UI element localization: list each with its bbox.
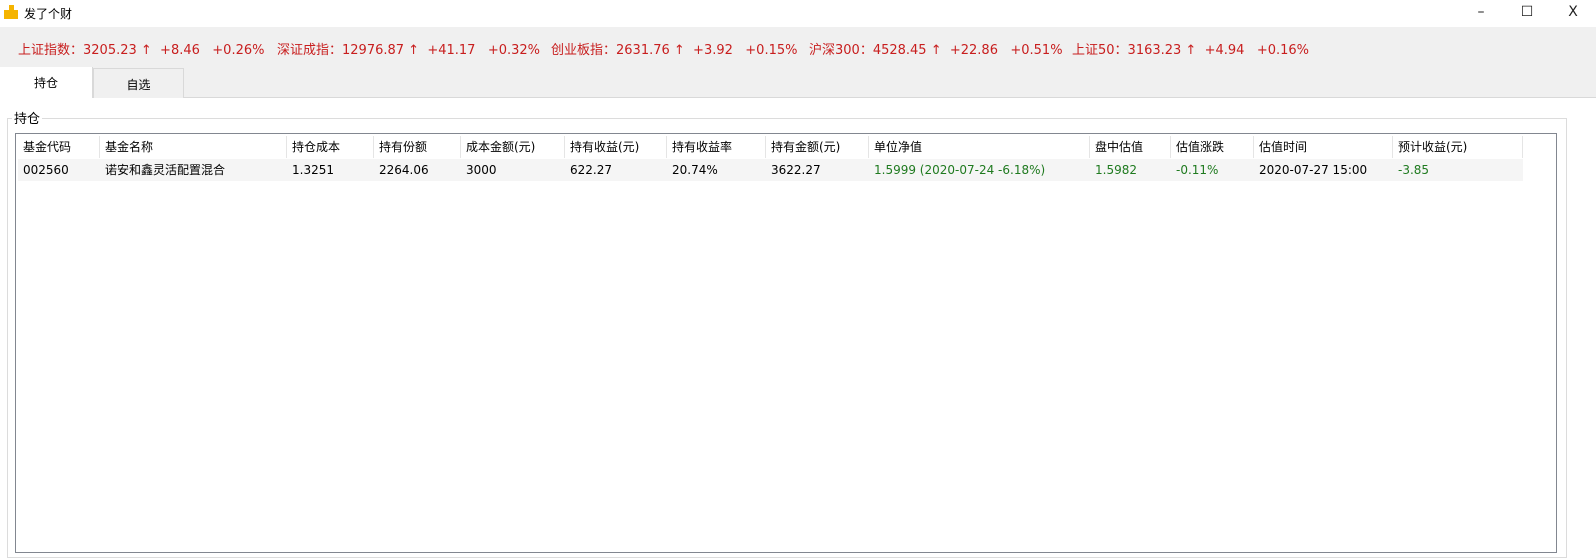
table-cell: 诺安和鑫灵活配置混合	[105, 163, 226, 177]
holdings-table[interactable]: 基金代码 基金名称 持仓成本 持有份额 成本金额(元) 持有收益(元) 持有收益率 持有金额(…	[15, 133, 1557, 553]
table-header: 基金代码 基金名称 持仓成本 持有份额 成本金额(元) 持有收益(元) 持有收益率 持有金额(…	[18, 136, 1523, 158]
column-header[interactable]: 成本金额(元)	[461, 136, 565, 158]
table-cell: 20.74%	[672, 163, 718, 177]
table-cell: 2020-07-27 15:00	[1259, 163, 1368, 177]
index-ticker-bar: 上证指数：3205.23 ↑ +8.46 +0.26% 深证成指：12976.8…	[0, 27, 1596, 67]
column-header[interactable]: 估值时间	[1254, 136, 1393, 158]
ticker-csi300: 沪深300：4528.45 ↑ +22.86 +0.51%	[809, 43, 1063, 58]
table-cell: 3622.27	[771, 163, 821, 177]
title-bar: 发了个财 – ☐ X	[0, 0, 1596, 27]
table-cell: 002560	[23, 163, 69, 177]
tab-strip: 持仓 自选	[0, 67, 1596, 99]
table-cell: 1.5982	[1095, 163, 1137, 177]
tab-holdings[interactable]: 持仓	[0, 67, 93, 99]
ticker-chinext: 创业板指：2631.76 ↑ +3.92 +0.15%	[551, 43, 798, 58]
maximize-button[interactable]: ☐	[1504, 0, 1550, 27]
column-header[interactable]: 预计收益(元)	[1393, 136, 1523, 158]
column-header[interactable]: 持有金额(元)	[766, 136, 869, 158]
table-cell: -0.11%	[1176, 163, 1219, 177]
window-title: 发了个财	[24, 7, 73, 21]
column-header[interactable]: 基金名称	[100, 136, 287, 158]
column-header[interactable]: 单位净值	[869, 136, 1090, 158]
column-header[interactable]: 估值涨跌	[1171, 136, 1254, 158]
group-label: 持仓	[12, 108, 43, 127]
table-cell: -3.85	[1398, 163, 1430, 177]
table-cell: 1.5999 (2020-07-24 -6.18%)	[874, 163, 1046, 177]
ticker-sh-index: 上证指数：3205.23 ↑ +8.46 +0.26%	[18, 43, 265, 58]
table-cell: 1.3251	[292, 163, 334, 177]
column-header[interactable]: 持有份额	[374, 136, 461, 158]
table-cell: 2264.06	[379, 163, 429, 177]
column-header[interactable]: 持仓成本	[287, 136, 374, 158]
close-button[interactable]: X	[1550, 0, 1596, 27]
column-header[interactable]: 基金代码	[18, 136, 100, 158]
app-icon	[4, 5, 18, 19]
tab-watchlist[interactable]: 自选	[93, 68, 184, 99]
ticker-sz-index: 深证成指：12976.87 ↑ +41.17 +0.32%	[277, 43, 541, 58]
column-header[interactable]: 持有收益(元)	[565, 136, 667, 158]
column-header[interactable]: 盘中估值	[1090, 136, 1171, 158]
column-header[interactable]: 持有收益率	[667, 136, 766, 158]
table-cell: 622.27	[570, 163, 612, 177]
table-row[interactable]: 002560 诺安和鑫灵活配置混合 1.3251 2264.06 3000 622.27 2…	[18, 159, 1523, 181]
table-cell: 3000	[466, 163, 497, 177]
minimize-button[interactable]: –	[1458, 0, 1504, 27]
ticker-sse50: 上证50：3163.23 ↑ +4.94 +0.16%	[1072, 43, 1310, 58]
